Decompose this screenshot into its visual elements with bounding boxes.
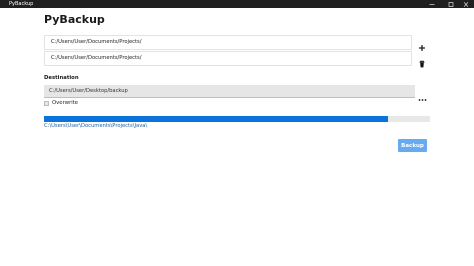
close-icon xyxy=(463,1,469,7)
progress-status-path: C:\Users\User\Documents\Projects\Java\ xyxy=(44,123,148,129)
overwrite-label: Overwrite xyxy=(52,100,79,106)
page-title: PyBackup xyxy=(44,13,105,26)
source-path: C:/Users/User/Documents/Projects/ xyxy=(51,39,142,45)
app-logo-icon xyxy=(2,1,8,16)
browse-destination-button[interactable] xyxy=(418,88,427,101)
close-button[interactable] xyxy=(460,0,472,8)
minimize-button[interactable] xyxy=(426,0,438,8)
source-list-item[interactable]: C:/Users/User/Documents/Projects/ xyxy=(44,35,412,50)
trash-icon xyxy=(419,60,425,68)
destination-label: Destination xyxy=(44,75,79,81)
maximize-button[interactable] xyxy=(445,0,457,8)
overwrite-checkbox[interactable] xyxy=(44,101,49,106)
backup-button[interactable]: Backup xyxy=(398,139,427,152)
title-bar: PyBackup xyxy=(0,0,474,16)
plus-icon xyxy=(419,45,425,51)
maximize-icon xyxy=(448,1,454,7)
source-list-item[interactable]: C:/Users/User/Documents/Projects/ xyxy=(44,51,412,66)
source-path: C:/Users/User/Documents/Projects/ xyxy=(51,55,142,61)
minimize-icon xyxy=(429,3,435,5)
remove-source-button[interactable] xyxy=(418,53,426,68)
more-icon xyxy=(418,99,427,101)
destination-input[interactable] xyxy=(44,85,415,98)
add-source-button[interactable] xyxy=(418,37,426,51)
window-title: PyBackup xyxy=(9,1,34,7)
